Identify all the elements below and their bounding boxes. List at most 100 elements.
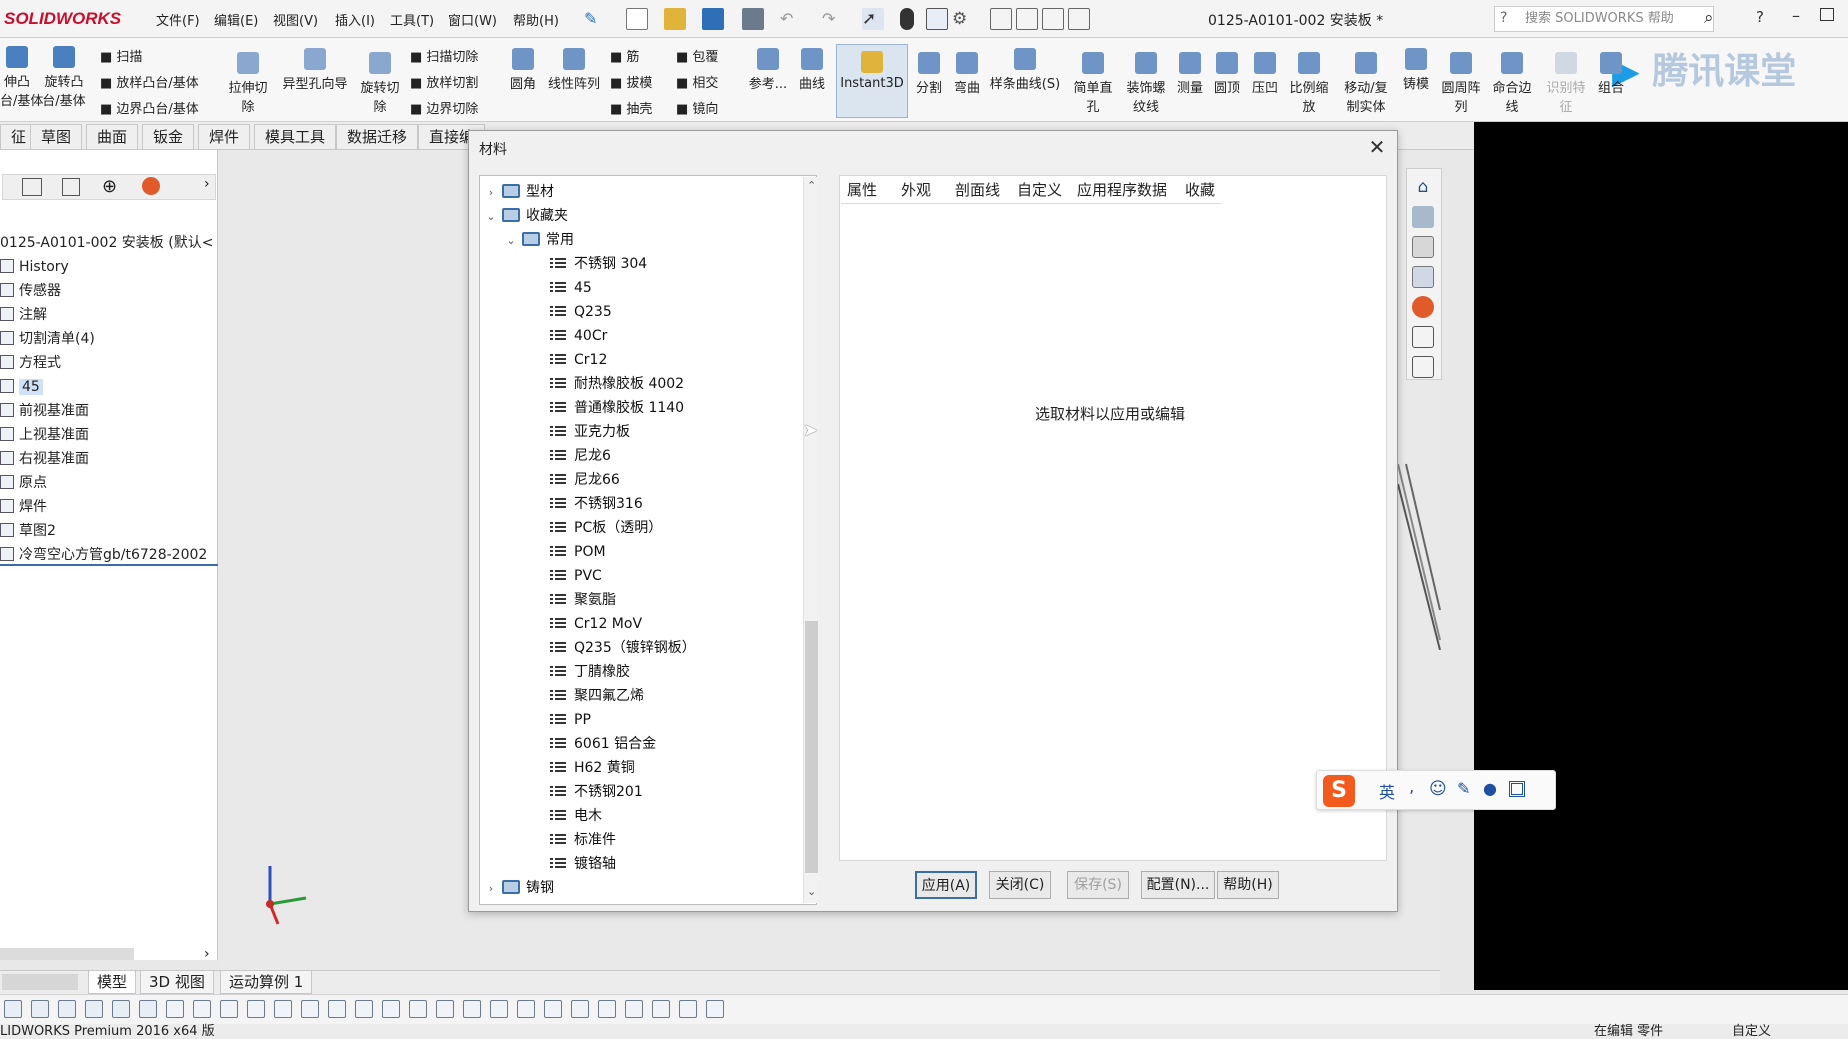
swept-cut-button[interactable]: ■ 扫描切除 bbox=[410, 46, 478, 65]
material-item[interactable]: POM bbox=[550, 540, 606, 564]
material-item[interactable]: Cr12 MoV bbox=[550, 612, 642, 636]
view-toggle-icon[interactable] bbox=[990, 8, 1012, 30]
selection-filter-icon[interactable] bbox=[625, 1000, 643, 1018]
restore-icon[interactable] bbox=[1820, 8, 1834, 21]
instant3d-button[interactable]: Instant3D bbox=[836, 44, 908, 118]
material-item[interactable]: 45 bbox=[550, 276, 592, 300]
tree-root-part[interactable]: 0125-A0101-002 安装板 (默认< bbox=[0, 232, 216, 254]
selection-filter-icon[interactable] bbox=[598, 1000, 616, 1018]
selection-filter-icon[interactable] bbox=[166, 1000, 184, 1018]
combine-button[interactable]: 组合 bbox=[1594, 52, 1628, 96]
chevron-right-icon[interactable]: › bbox=[484, 181, 498, 205]
recognize-features-button[interactable]: 识别特征 bbox=[1542, 52, 1590, 115]
material-item[interactable]: 不锈钢316 bbox=[550, 492, 643, 516]
mirror-button[interactable]: ■ 镜向 bbox=[676, 98, 718, 117]
tab-nav-arrows[interactable] bbox=[2, 974, 78, 990]
selection-filter-icon[interactable] bbox=[301, 1000, 319, 1018]
boundary-cut-button[interactable]: ■ 边界切除 bbox=[410, 98, 478, 117]
material-item[interactable]: PC板（透明） bbox=[550, 516, 662, 540]
tab-crosshatch[interactable]: 剖面线 bbox=[955, 179, 1000, 200]
dome-button[interactable]: 圆顶 bbox=[1210, 52, 1244, 96]
material-item[interactable]: Cr12 bbox=[550, 348, 607, 372]
mold-button[interactable]: 铸模 bbox=[1398, 48, 1434, 92]
emoji-icon[interactable]: ☺ bbox=[1429, 779, 1447, 799]
chevron-right-icon[interactable]: › bbox=[204, 946, 210, 962]
material-item[interactable]: 耐热橡胶板 4002 bbox=[550, 372, 684, 396]
selection-filter-icon[interactable] bbox=[193, 1000, 211, 1018]
configuration-tab-icon[interactable]: ⊕ bbox=[102, 176, 117, 197]
flex-button[interactable]: 弯曲 bbox=[952, 52, 982, 96]
selection-filter-icon[interactable] bbox=[436, 1000, 454, 1018]
chevron-right-icon[interactable]: › bbox=[204, 176, 210, 192]
material-item[interactable]: 6061 铝合金 bbox=[550, 732, 656, 756]
microphone-icon[interactable]: ● bbox=[1483, 779, 1497, 798]
tree-item-structural-member[interactable]: 冷弯空心方管gb/t6728-2002 bbox=[0, 544, 218, 566]
tree-item-equations[interactable]: 方程式 bbox=[0, 352, 61, 374]
boundary-boss-button[interactable]: ■ 边界凸台/基体 bbox=[100, 98, 199, 117]
tab-model[interactable]: 模型 bbox=[88, 970, 137, 994]
selection-filter-icon[interactable] bbox=[409, 1000, 427, 1018]
tree-item-material[interactable]: 45 bbox=[0, 376, 43, 398]
chevron-down-icon[interactable]: ⌄ bbox=[484, 205, 498, 229]
material-item[interactable]: 尼龙6 bbox=[550, 444, 611, 468]
tree-item-weldment[interactable]: 焊件 bbox=[0, 496, 47, 518]
tab-3d-views[interactable]: 3D 视图 bbox=[140, 970, 214, 994]
close-icon[interactable]: ✕ bbox=[1366, 137, 1388, 159]
appearance-tab-icon[interactable] bbox=[142, 177, 160, 195]
tab-mold-tools[interactable]: 模具工具 bbox=[254, 124, 337, 150]
undo-icon[interactable]: ↶ bbox=[780, 8, 802, 30]
rib-button[interactable]: ■ 筋 bbox=[610, 46, 639, 65]
ime-language-toggle[interactable]: 英 bbox=[1379, 779, 1395, 803]
tree-item-origin[interactable]: 原点 bbox=[0, 472, 47, 494]
extrude-boss-button[interactable]: 伸凸 台/基体 bbox=[0, 46, 43, 109]
selection-filter-icon[interactable] bbox=[85, 1000, 103, 1018]
extrude-cut-button[interactable]: 拉伸切除 bbox=[224, 52, 272, 115]
view-toggle-3-icon[interactable] bbox=[1042, 8, 1064, 30]
tab-weldments[interactable]: 焊件 bbox=[198, 124, 251, 150]
tree-item-front-plane[interactable]: 前视基准面 bbox=[0, 400, 89, 422]
tree-item-sketch2[interactable]: 草图2 bbox=[0, 520, 56, 542]
draft-button[interactable]: ■ 拔模 bbox=[610, 72, 652, 91]
wrap-button[interactable]: ■ 包覆 bbox=[676, 46, 718, 65]
tree-folder-cast-steel[interactable]: › 铸钢 bbox=[480, 876, 554, 900]
material-item[interactable]: 不锈钢201 bbox=[550, 780, 643, 804]
material-item[interactable]: 聚四氟乙烯 bbox=[550, 684, 644, 708]
measure-button[interactable]: 测量 bbox=[1174, 52, 1206, 96]
material-item[interactable]: 尼龙66 bbox=[550, 468, 620, 492]
revolve-cut-button[interactable]: 旋转切除 bbox=[356, 52, 404, 115]
tree-item-right-plane[interactable]: 右视基准面 bbox=[0, 448, 89, 470]
material-item[interactable]: PP bbox=[550, 708, 591, 732]
material-item[interactable]: 聚氨脂 bbox=[550, 588, 616, 612]
toolbox-grid-icon[interactable] bbox=[1509, 781, 1525, 797]
selection-filter-icon[interactable] bbox=[706, 1000, 724, 1018]
shell-button[interactable]: ■ 抽壳 bbox=[610, 98, 652, 117]
menu-insert[interactable]: 插入(I) bbox=[335, 10, 375, 29]
simple-hole-button[interactable]: 简单直孔 bbox=[1068, 52, 1118, 115]
loft-boss-button[interactable]: ■ 放样凸台/基体 bbox=[100, 72, 199, 91]
selection-filter-icon[interactable] bbox=[544, 1000, 562, 1018]
scale-button[interactable]: 比例缩放 bbox=[1286, 52, 1332, 115]
tab-favorites[interactable]: 收藏 bbox=[1185, 179, 1215, 200]
curves-button[interactable]: 曲线 bbox=[796, 48, 828, 92]
knit-edge-button[interactable]: 命合边线 bbox=[1488, 52, 1536, 115]
move-copy-body-button[interactable]: 移动/复 制实体 bbox=[1340, 52, 1392, 115]
tree-item-cut-list[interactable]: 切割清单(4) bbox=[0, 328, 95, 350]
material-item[interactable]: 标准件 bbox=[550, 828, 616, 852]
selection-filter-icon[interactable] bbox=[112, 1000, 130, 1018]
solidworks-logo[interactable]: SOLIDWORKS bbox=[0, 4, 128, 34]
redo-icon[interactable]: ↷ bbox=[822, 8, 844, 30]
scroll-up-icon[interactable]: ⌃ bbox=[807, 179, 816, 192]
selection-filter-icon[interactable] bbox=[274, 1000, 292, 1018]
selection-filter-icon[interactable] bbox=[58, 1000, 76, 1018]
tab-properties[interactable]: 属性 bbox=[847, 179, 877, 200]
tab-sheet-metal[interactable]: 钣金 bbox=[142, 124, 195, 150]
tab-custom[interactable]: 自定义 bbox=[1017, 179, 1062, 200]
search-icon[interactable]: ⌕ bbox=[1704, 8, 1714, 28]
tab-data-migration[interactable]: 数据迁移 bbox=[336, 124, 419, 150]
chevron-right-icon[interactable]: › bbox=[484, 877, 498, 901]
traffic-light-icon[interactable] bbox=[900, 8, 914, 30]
selection-filter-icon[interactable] bbox=[517, 1000, 535, 1018]
spline-button[interactable]: 样条曲线(S) bbox=[988, 48, 1062, 92]
tree-item-history[interactable]: History bbox=[0, 256, 69, 278]
punctuation-icon[interactable]: ‚ bbox=[1409, 777, 1414, 796]
